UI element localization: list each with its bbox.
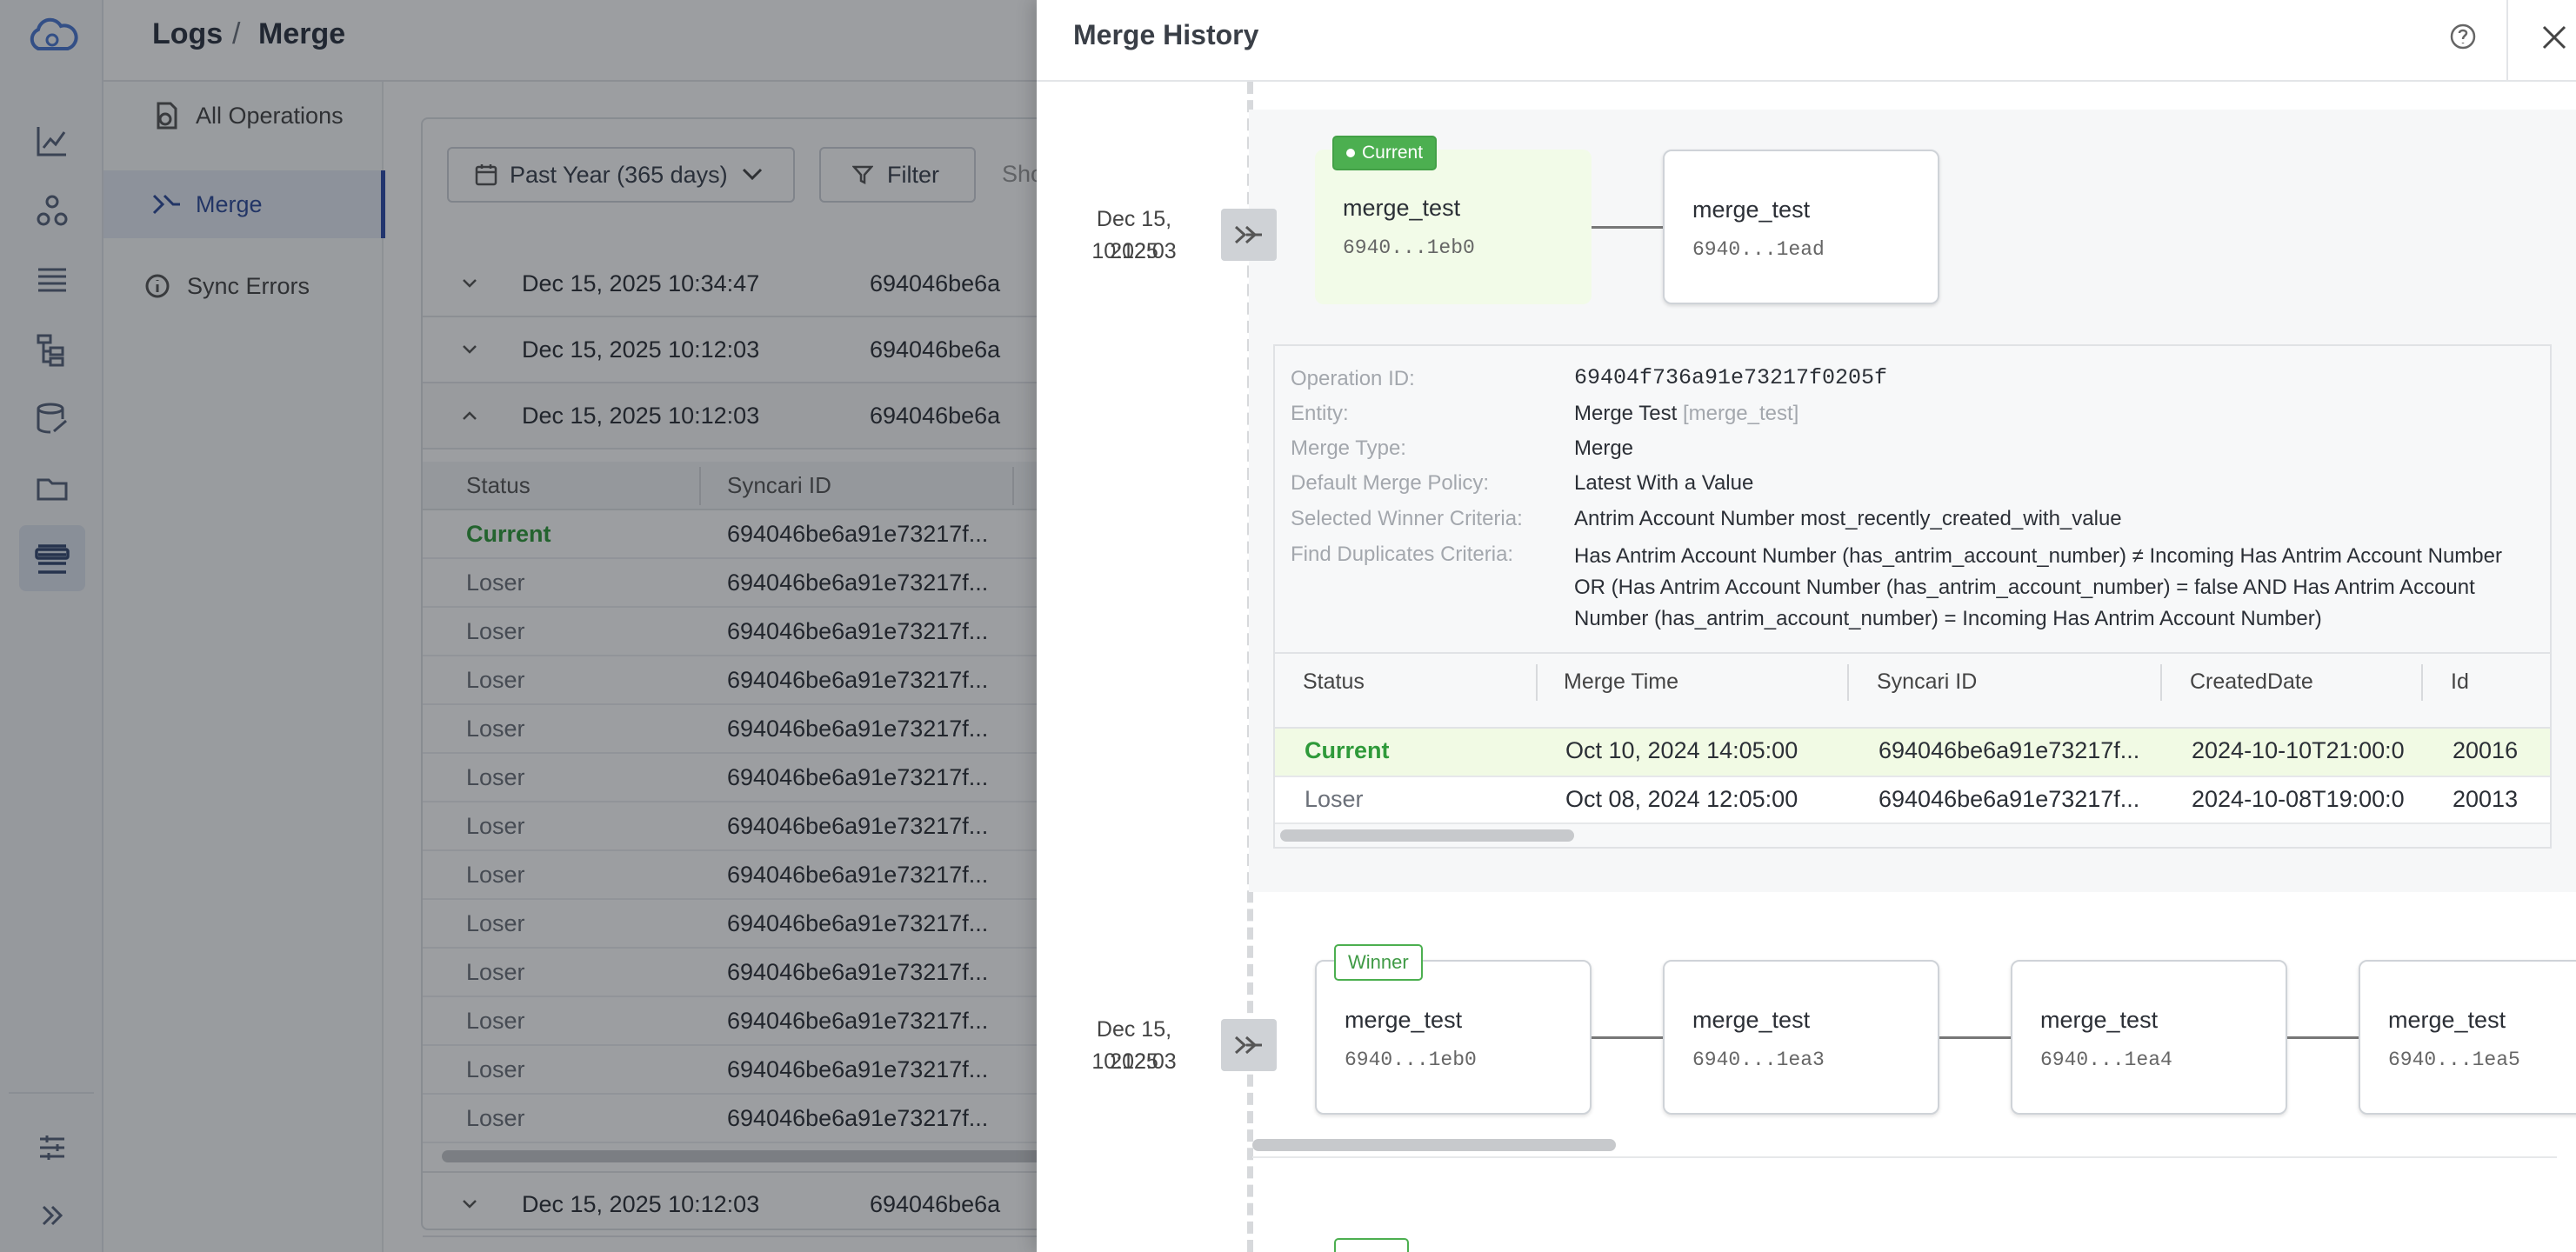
record-card-winner[interactable]: merge_test 6940...1eb0 [1315, 960, 1592, 1115]
card-name: merge_test [1692, 1007, 1811, 1033]
record-card[interactable]: merge_test 6940...1ead [1663, 150, 1939, 304]
row-merge-time: Oct 10, 2024 14:05:00 [1565, 737, 1799, 763]
record-card[interactable]: merge_test 6940...1ea3 [1663, 960, 1939, 1115]
row-merge-time: Oct 08, 2024 12:05:00 [1565, 786, 1799, 812]
operation-id-value: 69404f736a91e73217f0205f [1574, 365, 1888, 390]
col-divider [2421, 664, 2423, 701]
help-icon[interactable] [2449, 23, 2477, 50]
card-id: 6940...1ea3 [1692, 1049, 1825, 1071]
detail-label: Operation ID: [1291, 367, 1415, 390]
card-id: 6940...1ea4 [2040, 1049, 2172, 1071]
entity-key: [merge_test] [1682, 402, 1799, 425]
header-id: Id [2451, 669, 2469, 694]
card-name: merge_test [2388, 1007, 2506, 1033]
drawer-title: Merge History [1073, 19, 1259, 50]
modal-backdrop[interactable] [0, 0, 1037, 1252]
row-status: Current [1305, 737, 1390, 763]
record-card[interactable]: merge_test 6940...1ea4 [2011, 960, 2287, 1115]
merge-history-drawer: Merge History Dec 15, 2025 10:12:03 merg… [1037, 0, 2576, 1252]
table-horizontal-scrollbar[interactable] [1280, 829, 1574, 842]
detail-label: Find Duplicates Criteria: [1291, 543, 1514, 566]
card-id: 6940...1eb0 [1343, 236, 1475, 259]
card-connector [1592, 1036, 1663, 1039]
badge-label: Current [1362, 143, 1424, 163]
card-connector [1592, 226, 1663, 229]
table-top-border [1275, 652, 2550, 654]
expand-merge-button[interactable] [1221, 209, 1277, 261]
row-syncari-id: 694046be6a91e73217f... [1879, 786, 2140, 812]
header-merge-time: Merge Time [1564, 669, 1678, 694]
winner-badge: Winner [1334, 944, 1423, 981]
row-created-date: 2024-10-10T21:00:0 [2192, 737, 2405, 763]
detail-table-row-current[interactable]: Current Oct 10, 2024 14:05:00 694046be6a… [1275, 727, 2550, 776]
next-entry-badge [1334, 1238, 1409, 1252]
card-name: merge_test [1692, 196, 1811, 223]
card-connector [1939, 1036, 2011, 1039]
col-divider [2160, 664, 2162, 701]
card-id: 6940...1ea5 [2388, 1049, 2520, 1071]
status-dot-icon [1346, 149, 1355, 158]
detail-label: Selected Winner Criteria: [1291, 507, 1523, 530]
row-syncari-id: 694046be6a91e73217f... [1879, 737, 2140, 763]
card-connector [2287, 1036, 2359, 1039]
header-syncari-id: Syncari ID [1877, 669, 1978, 694]
card-id: 6940...1eb0 [1345, 1049, 1477, 1071]
record-card-current[interactable]: merge_test 6940...1eb0 [1315, 150, 1592, 304]
cards-horizontal-scrollbar[interactable] [1252, 1139, 1616, 1151]
card-name: merge_test [1343, 195, 1461, 221]
merge-details-panel: Operation ID: 69404f736a91e73217f0205f E… [1273, 344, 2552, 849]
detail-label: Default Merge Policy: [1291, 471, 1490, 495]
entry2-time: 10:12:03 [1091, 1049, 1177, 1074]
close-icon[interactable] [2541, 24, 2567, 50]
header-status: Status [1303, 669, 1365, 694]
entity-value: Merge Test [merge_test] [1574, 402, 1799, 426]
card-id: 6940...1ead [1692, 238, 1825, 261]
expand-merge-button[interactable] [1221, 1019, 1277, 1071]
header-created-date: CreatedDate [2190, 669, 2313, 694]
card-name: merge_test [1345, 1007, 1463, 1033]
default-merge-policy-value: Latest With a Value [1574, 471, 1754, 495]
merge-type-value: Merge [1574, 436, 1634, 460]
drawer-header: Merge History [1037, 0, 2576, 82]
entity-name: Merge Test [1574, 402, 1678, 425]
card-name: merge_test [2040, 1007, 2159, 1033]
duplicates-criteria-value: Has Antrim Account Number (has_antrim_ac… [1574, 544, 2502, 630]
current-badge: Current [1332, 136, 1438, 170]
row-created-date: 2024-10-08T19:00:0 [2192, 786, 2405, 812]
row-status: Loser [1305, 786, 1364, 812]
entry1-time: 10:12:03 [1091, 239, 1177, 263]
row-id: 20013 [2453, 786, 2519, 812]
col-divider [1536, 664, 1538, 701]
detail-table-row[interactable]: Loser Oct 08, 2024 12:05:00 694046be6a91… [1275, 776, 2550, 824]
record-card[interactable]: merge_test 6940...1ea5 [2359, 960, 2576, 1115]
detail-label: Merge Type: [1291, 436, 1406, 460]
winner-criteria-value: Antrim Account Number most_recently_crea… [1574, 507, 2122, 530]
row-id: 20016 [2453, 737, 2519, 763]
col-divider [1847, 664, 1849, 701]
detail-label: Entity: [1291, 402, 1349, 425]
header-divider [2506, 0, 2508, 82]
